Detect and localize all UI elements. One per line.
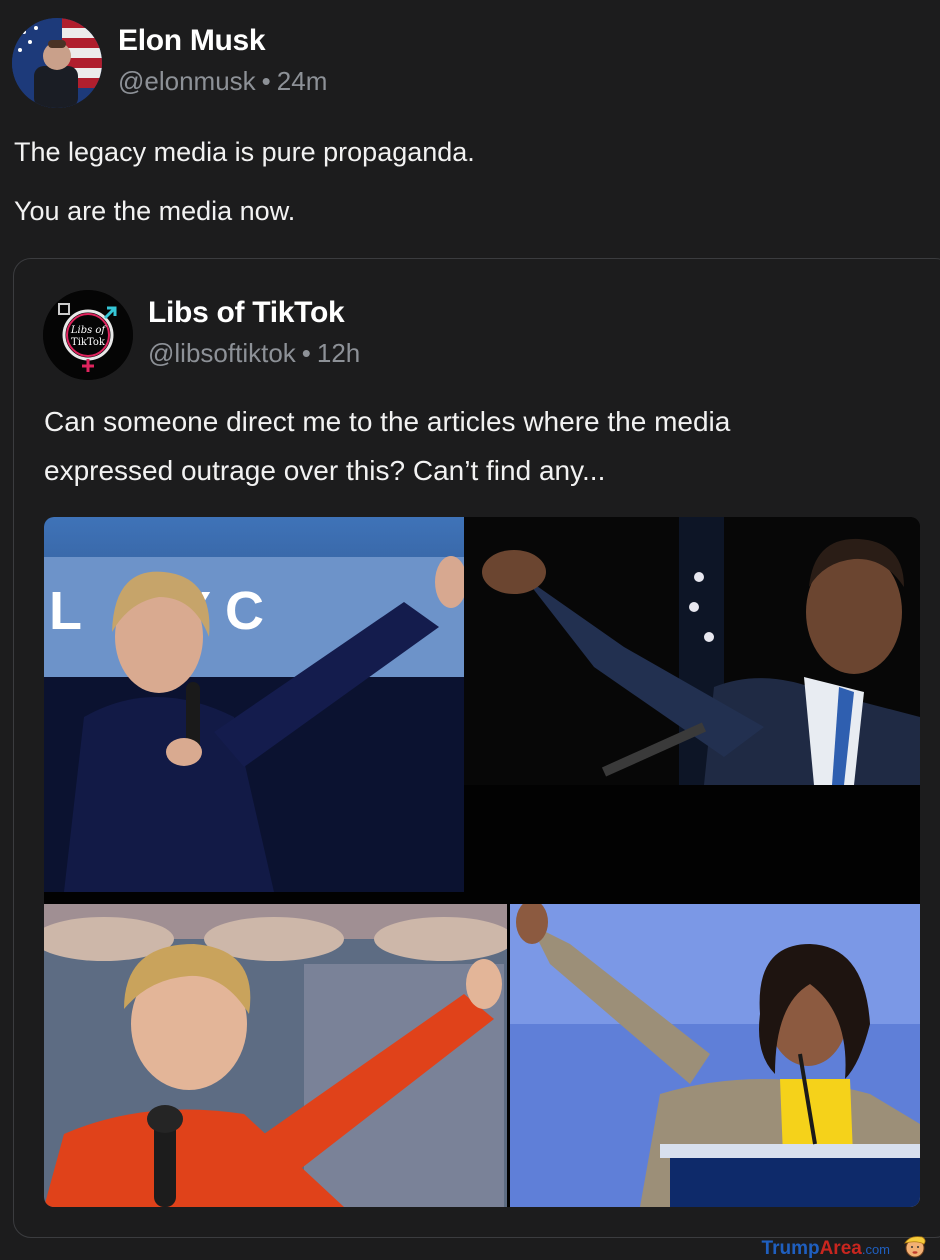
avatar-image-icon — [12, 18, 102, 108]
post-time[interactable]: 24m — [277, 66, 328, 96]
photo-bottom-left[interactable] — [44, 904, 507, 1207]
trumparea-watermark: TrumpArea.com — [762, 1238, 890, 1260]
avatar-text-1: Libs of — [70, 325, 108, 336]
photo-top-left-image-icon: L RYC — [44, 517, 464, 892]
quoted-meta-separator: • — [301, 338, 311, 368]
photo-bottom-left-image-icon — [44, 904, 507, 1207]
quoted-post-time[interactable]: 12h — [317, 338, 360, 368]
quoted-text-line-2: expressed outrage over this? Can’t find … — [44, 455, 606, 486]
author-avatar[interactable] — [12, 18, 102, 108]
meta-separator: • — [261, 66, 271, 96]
photo-bottom-right[interactable] — [510, 904, 920, 1207]
photo-top-right-image-icon — [464, 517, 920, 785]
quoted-author-handle[interactable]: @libsoftiktok — [148, 338, 296, 368]
avatar-text-2: TikTok — [71, 337, 106, 348]
author-handle[interactable]: @elonmusk — [118, 66, 256, 96]
photo-top-right[interactable] — [464, 517, 920, 785]
watermark-part1: Trump — [761, 1238, 820, 1259]
post-text-line-1: The legacy media is pure propaganda. — [14, 137, 475, 167]
quoted-author-name[interactable]: Libs of TikTok — [148, 296, 345, 330]
watermark-part3: .com — [861, 1242, 890, 1257]
watermark-part2: Area — [819, 1238, 862, 1259]
author-meta: @elonmusk • 24m — [118, 66, 327, 97]
media-collage[interactable]: L RYC — [44, 517, 920, 1207]
libs-of-tiktok-logo-icon: Libs of TikTok — [43, 290, 133, 380]
trump-face-icon — [904, 1236, 926, 1258]
post-card: Elon Musk @elonmusk • 24m The legacy media… — [0, 0, 940, 1260]
quoted-author-meta: @libsoftiktok • 12h — [148, 338, 360, 369]
quoted-text-line-1: Can someone direct me to the articles wh… — [44, 406, 731, 437]
post-text-line-2: You are the media now. — [14, 196, 296, 226]
photo-bottom-right-image-icon — [510, 904, 920, 1207]
photo-top-left[interactable]: L RYC — [44, 517, 464, 892]
quoted-author-avatar[interactable]: Libs of TikTok — [43, 290, 133, 380]
author-name[interactable]: Elon Musk — [118, 24, 266, 58]
